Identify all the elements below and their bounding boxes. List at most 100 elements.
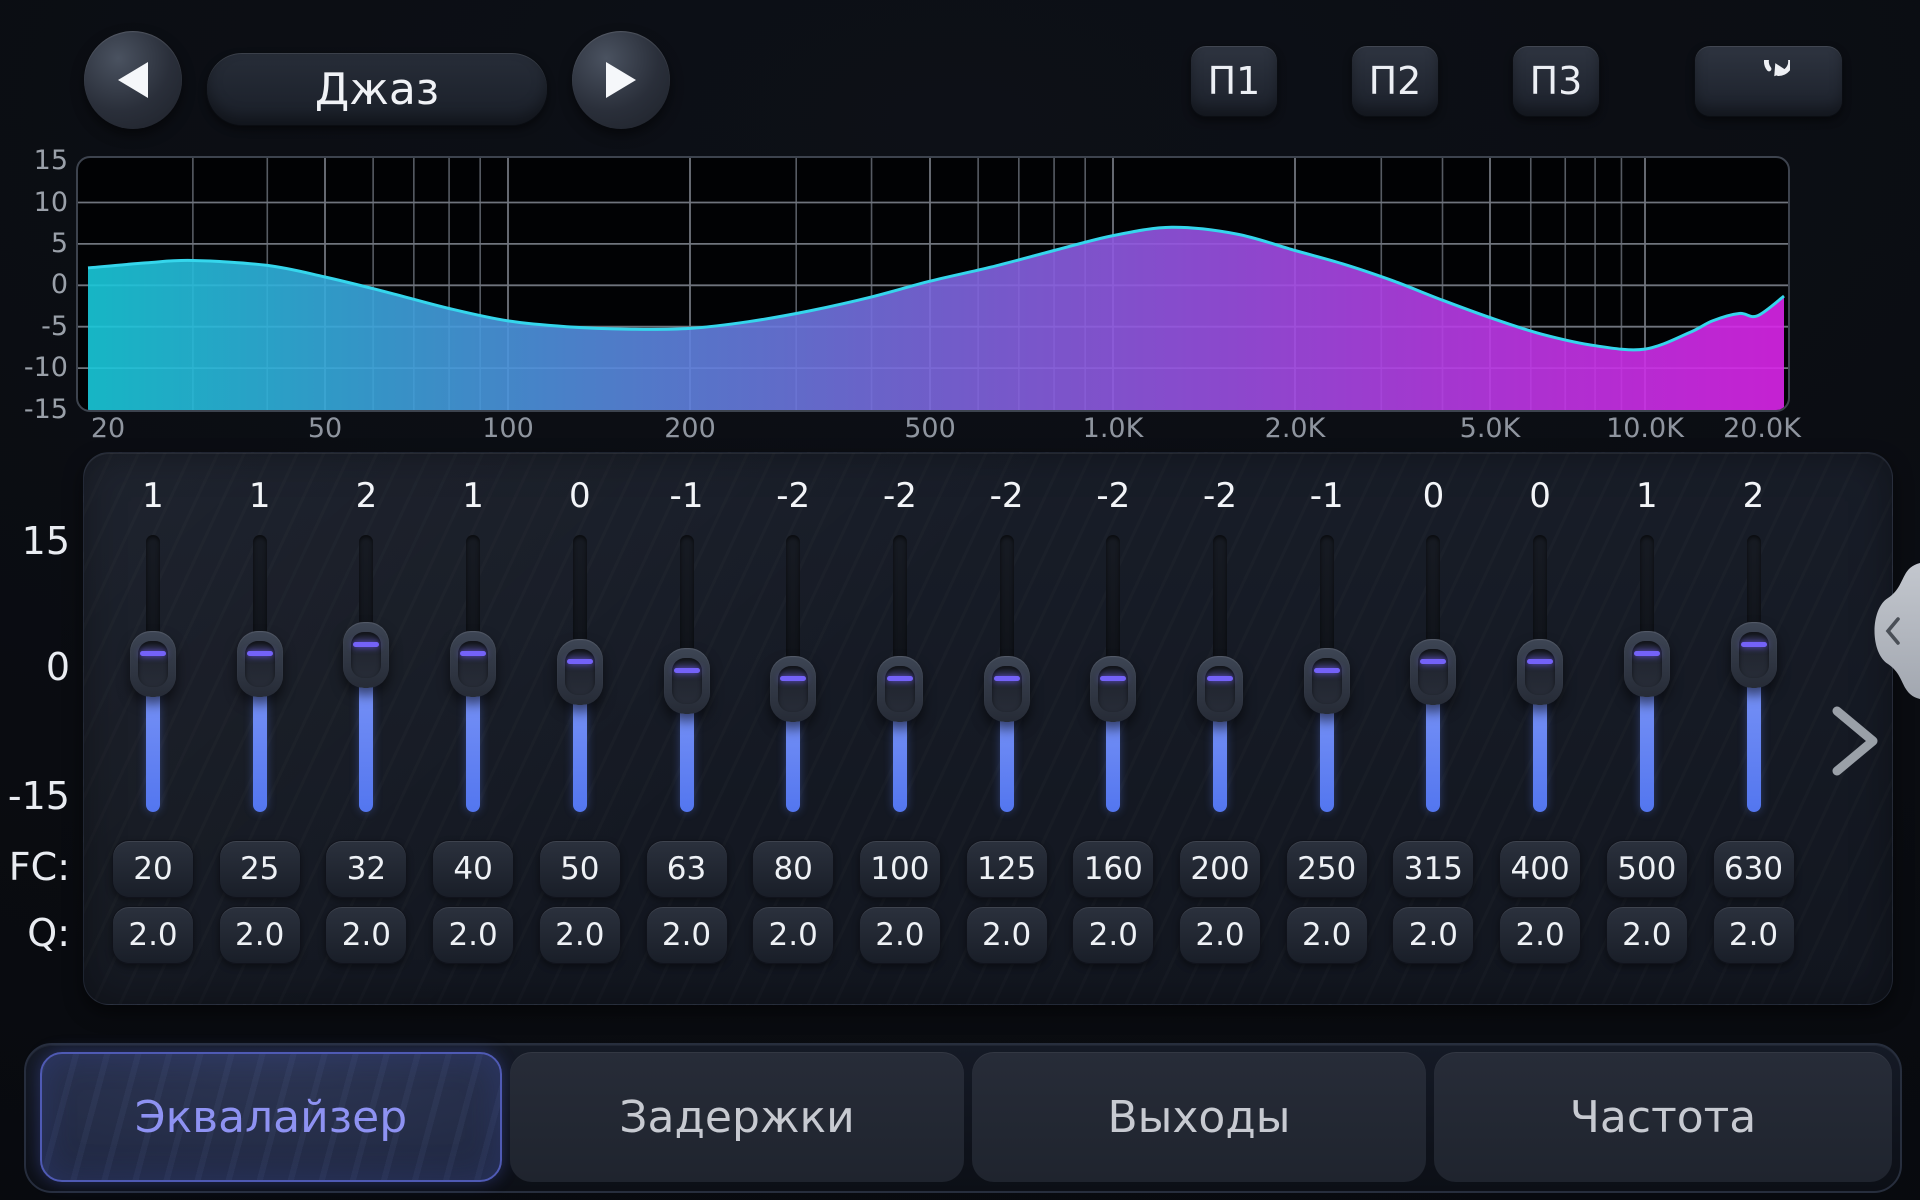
q-value-button[interactable]: 2.0 bbox=[112, 906, 194, 964]
triangle-left-icon bbox=[116, 60, 150, 100]
q-value-button[interactable]: 2.0 bbox=[859, 906, 941, 964]
handle-inset bbox=[885, 666, 915, 712]
q-value-button[interactable]: 2.0 bbox=[325, 906, 407, 964]
fc-value-button[interactable]: 630 bbox=[1713, 840, 1795, 898]
side-drawer-handle[interactable] bbox=[1862, 563, 1920, 699]
fc-value-button[interactable]: 160 bbox=[1072, 840, 1154, 898]
q-value-button[interactable]: 2.0 bbox=[539, 906, 621, 964]
fc-value-button[interactable]: 25 bbox=[219, 840, 301, 898]
eq-band-100hz: -21002.0 bbox=[840, 452, 960, 1005]
eq-band-50hz: 0502.0 bbox=[520, 452, 640, 1005]
band-gain-value: -2 bbox=[1053, 476, 1173, 516]
handle-grip-icon bbox=[353, 642, 379, 647]
fc-value-button[interactable]: 20 bbox=[112, 840, 194, 898]
fc-value-button[interactable]: 200 bbox=[1179, 840, 1261, 898]
y-axis-tick: 15 bbox=[0, 145, 68, 177]
gain-slider-handle[interactable] bbox=[770, 656, 816, 722]
q-value-button[interactable]: 2.0 bbox=[1606, 906, 1688, 964]
fc-value-button[interactable]: 400 bbox=[1499, 840, 1581, 898]
tab-frequency-label: Частота bbox=[1570, 1092, 1756, 1143]
gain-slider-handle[interactable] bbox=[1517, 639, 1563, 705]
q-value-button[interactable]: 2.0 bbox=[646, 906, 728, 964]
tab-equalizer[interactable]: Эквалайзер bbox=[40, 1052, 502, 1182]
gain-slider-handle[interactable] bbox=[984, 656, 1030, 722]
preset-next-button[interactable] bbox=[572, 31, 670, 129]
x-axis-tick: 10.0K bbox=[1585, 412, 1705, 446]
eq-band-315hz: 0 315 2.0 bbox=[1373, 452, 1493, 1005]
gain-slider-handle[interactable] bbox=[130, 631, 176, 697]
eq-band-500hz: 1 500 2.0 bbox=[1587, 452, 1707, 1005]
band-gain-value: 0 bbox=[1480, 476, 1600, 516]
fc-value-button[interactable]: 40 bbox=[432, 840, 514, 898]
handle-inset bbox=[1632, 641, 1662, 687]
reset-button[interactable] bbox=[1694, 45, 1843, 117]
band-gain-value: 0 bbox=[1373, 476, 1493, 516]
handle-inset bbox=[1525, 649, 1555, 695]
q-value-button[interactable]: 2.0 bbox=[966, 906, 1048, 964]
handle-inset bbox=[992, 666, 1022, 712]
memory-preset-2-button[interactable]: П2 bbox=[1351, 45, 1439, 117]
gain-slider-handle[interactable] bbox=[664, 648, 710, 714]
memory-preset-3-button[interactable]: П3 bbox=[1512, 45, 1600, 117]
q-value-button[interactable]: 2.0 bbox=[1072, 906, 1154, 964]
handle-grip-icon bbox=[140, 651, 166, 656]
q-value-button[interactable]: 2.0 bbox=[752, 906, 834, 964]
q-value-button[interactable]: 2.0 bbox=[1392, 906, 1474, 964]
gain-slider-handle[interactable] bbox=[557, 639, 603, 705]
preset-selector[interactable]: Джаз bbox=[206, 52, 548, 126]
q-value-button[interactable]: 2.0 bbox=[1499, 906, 1581, 964]
fc-value-button[interactable]: 500 bbox=[1606, 840, 1688, 898]
q-value-button[interactable]: 2.0 bbox=[432, 906, 514, 964]
tab-frequency[interactable]: Частота bbox=[1434, 1052, 1892, 1182]
x-axis-tick: 200 bbox=[630, 412, 750, 446]
gain-slider-handle[interactable] bbox=[1410, 639, 1456, 705]
gain-slider-handle[interactable] bbox=[450, 631, 496, 697]
y-axis-tick: -10 bbox=[0, 352, 68, 384]
preset-prev-button[interactable] bbox=[84, 31, 182, 129]
scroll-bands-right-button[interactable] bbox=[1830, 706, 1880, 776]
fc-value-button[interactable]: 100 bbox=[859, 840, 941, 898]
fc-value-button[interactable]: 80 bbox=[752, 840, 834, 898]
eq-band-400hz: 0 400 2.0 bbox=[1480, 452, 1600, 1005]
x-axis-tick: 2.0K bbox=[1235, 412, 1355, 446]
q-value-button[interactable]: 2.0 bbox=[1286, 906, 1368, 964]
tab-outputs-label: Выходы bbox=[1107, 1092, 1290, 1143]
handle-grip-icon bbox=[674, 668, 700, 673]
slider-scale-min: -15 bbox=[0, 773, 70, 819]
tab-outputs[interactable]: Выходы bbox=[972, 1052, 1426, 1182]
x-axis-tick: 1.0K bbox=[1053, 412, 1173, 446]
gain-slider-handle[interactable] bbox=[343, 622, 389, 688]
gain-slider-handle[interactable] bbox=[1090, 656, 1136, 722]
band-gain-value: -2 bbox=[1160, 476, 1280, 516]
gain-slider-handle[interactable] bbox=[237, 631, 283, 697]
eq-response-curve bbox=[76, 156, 1790, 412]
band-gain-value: 1 bbox=[413, 476, 533, 516]
y-axis-tick: 10 bbox=[0, 187, 68, 219]
fc-value-button[interactable]: 63 bbox=[646, 840, 728, 898]
band-gain-value: -2 bbox=[733, 476, 853, 516]
gain-slider-handle[interactable] bbox=[1624, 631, 1670, 697]
fc-value-button[interactable]: 125 bbox=[966, 840, 1048, 898]
band-gain-value: 2 bbox=[1694, 476, 1814, 516]
gain-slider-handle[interactable] bbox=[1304, 648, 1350, 714]
band-gain-value: 1 bbox=[1587, 476, 1707, 516]
fc-value-button[interactable]: 315 bbox=[1392, 840, 1474, 898]
slider-scale-max: 15 bbox=[0, 518, 70, 564]
q-value-button[interactable]: 2.0 bbox=[1179, 906, 1261, 964]
gain-slider-handle[interactable] bbox=[1731, 622, 1777, 688]
tab-delays[interactable]: Задержки bbox=[510, 1052, 964, 1182]
q-value-button[interactable]: 2.0 bbox=[1713, 906, 1795, 964]
eq-band-630hz: 2 630 2.0 bbox=[1694, 452, 1814, 1005]
handle-grip-icon bbox=[994, 676, 1020, 681]
fc-value-button[interactable]: 50 bbox=[539, 840, 621, 898]
fc-value-button[interactable]: 250 bbox=[1286, 840, 1368, 898]
memory-preset-1-button[interactable]: П1 bbox=[1190, 45, 1278, 117]
fc-value-button[interactable]: 32 bbox=[325, 840, 407, 898]
eq-band-125hz: -2 125 2.0 bbox=[947, 452, 1067, 1005]
gain-slider-handle[interactable] bbox=[877, 656, 923, 722]
tab-equalizer-label: Эквалайзер bbox=[135, 1092, 407, 1143]
q-value-button[interactable]: 2.0 bbox=[219, 906, 301, 964]
gain-slider-handle[interactable] bbox=[1197, 656, 1243, 722]
memory-preset-2-label: П2 bbox=[1369, 59, 1422, 103]
band-gain-value: -2 bbox=[947, 476, 1067, 516]
